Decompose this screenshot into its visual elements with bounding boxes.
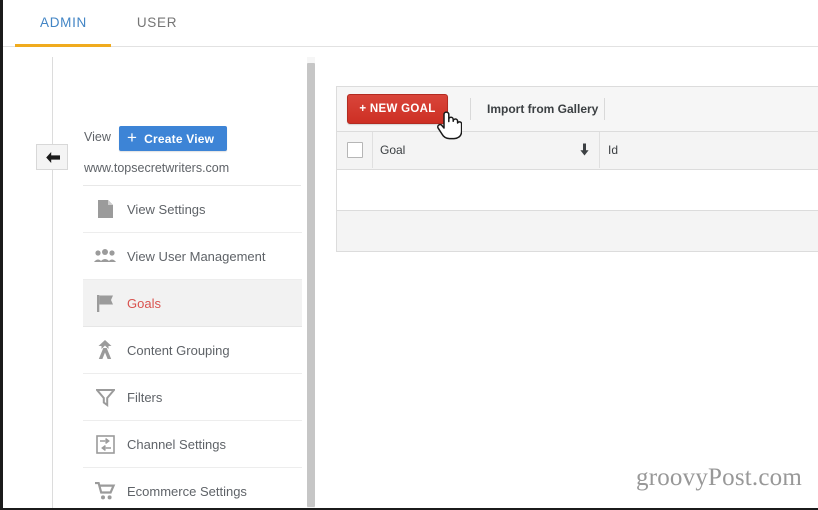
main-content: + NEW GOAL Import from Gallery Goal Id <box>336 86 818 252</box>
sidebar-label-channel-settings: Channel Settings <box>127 436 227 452</box>
import-from-gallery-button[interactable]: Import from Gallery <box>487 87 598 131</box>
tab-user-label: USER <box>136 15 178 30</box>
top-tab-bar: ADMIN USER <box>3 0 818 47</box>
goals-table-footer <box>337 211 818 251</box>
select-all-cell[interactable] <box>337 132 373 168</box>
toolbar-divider-2 <box>604 98 605 120</box>
toolbar-divider-1 <box>470 98 471 120</box>
tab-admin[interactable]: ADMIN <box>15 0 112 46</box>
sidebar-nav-list: View Settings View User Management Goals… <box>83 186 302 509</box>
flag-icon <box>83 280 127 327</box>
active-tab-indicator <box>15 44 111 47</box>
sidebar-item-view-user-management[interactable]: View User Management <box>83 233 302 280</box>
shopping-cart-icon <box>83 468 127 509</box>
merge-arrow-icon <box>83 327 127 374</box>
column-header-goal-label: Goal <box>380 143 406 157</box>
plus-icon: + <box>127 128 138 147</box>
tab-admin-label: ADMIN <box>40 15 87 30</box>
column-header-goal[interactable]: Goal <box>373 132 600 168</box>
sidebar-label-content-grouping: Content Grouping <box>127 342 230 358</box>
goals-table-header: Goal Id <box>337 132 818 170</box>
sidebar-item-goals[interactable]: Goals <box>83 280 302 327</box>
goals-panel: + NEW GOAL Import from Gallery Goal Id <box>336 86 818 252</box>
sidebar-item-ecommerce-settings[interactable]: Ecommerce Settings <box>83 468 302 509</box>
watermark: groovyPost.com <box>636 464 802 491</box>
document-icon <box>83 186 127 233</box>
people-icon <box>83 233 127 280</box>
sidebar-label-view-user-management: View User Management <box>127 248 266 264</box>
sidebar-label-goals: Goals <box>127 295 161 311</box>
tab-user[interactable]: USER <box>120 0 194 46</box>
sidebar-rail-divider <box>52 57 53 508</box>
sidebar-item-channel-settings[interactable]: Channel Settings <box>83 421 302 468</box>
arrow-down-icon <box>580 143 589 161</box>
column-header-id-label: Id <box>608 143 619 157</box>
current-view-name: www.topsecretwriters.com <box>84 161 230 175</box>
column-header-id[interactable]: Id <box>600 132 618 168</box>
channel-arrows-icon <box>83 421 127 468</box>
sidebar-label-filters: Filters <box>127 389 163 405</box>
sidebar-scrollbar-thumb[interactable] <box>307 63 315 507</box>
import-from-gallery-label: Import from Gallery <box>487 102 599 116</box>
collapse-sidebar-button[interactable] <box>36 144 68 170</box>
sidebar-item-view-settings[interactable]: View Settings <box>83 186 302 233</box>
sidebar-section-label: View <box>84 130 111 144</box>
sidebar-label-ecommerce-settings: Ecommerce Settings <box>127 483 247 499</box>
funnel-icon <box>83 374 127 421</box>
sidebar-label-view-settings: View Settings <box>127 201 206 217</box>
goals-toolbar: + NEW GOAL Import from Gallery <box>337 87 818 132</box>
goals-table-empty-row <box>337 170 818 211</box>
google-analytics-admin-window: ADMIN USER View + Create View www.topsec… <box>0 0 818 510</box>
new-goal-label: + NEW GOAL <box>359 103 436 115</box>
new-goal-button[interactable]: + NEW GOAL <box>347 94 448 124</box>
select-all-checkbox[interactable] <box>346 142 363 158</box>
sidebar-item-content-grouping[interactable]: Content Grouping <box>83 327 302 374</box>
admin-sidebar: View + Create View www.topsecretwriters.… <box>83 57 303 509</box>
create-view-button[interactable]: + Create View <box>119 126 228 151</box>
arrow-left-icon <box>44 151 61 164</box>
sidebar-item-filters[interactable]: Filters <box>83 374 302 421</box>
create-view-label: Create View <box>144 131 215 146</box>
